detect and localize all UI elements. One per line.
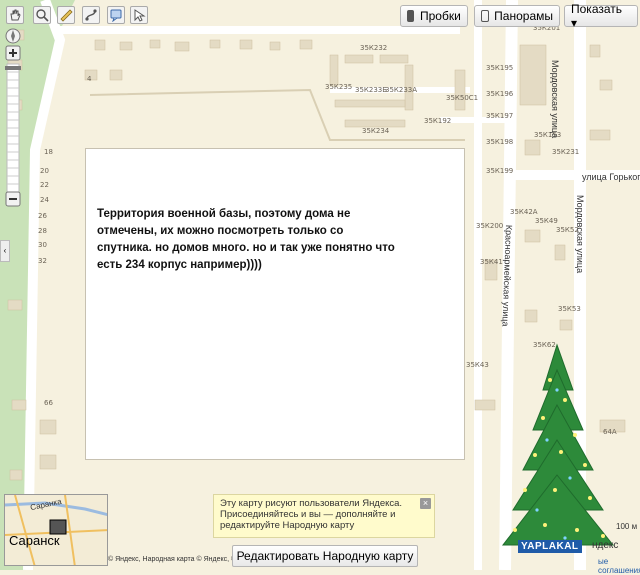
hand-tool[interactable]	[6, 6, 24, 24]
zoom-thumb	[5, 66, 21, 70]
ruler-tool[interactable]	[57, 6, 75, 24]
building-label: 35К234	[362, 127, 390, 135]
traffic-light-icon	[407, 10, 414, 22]
zoom-control[interactable]	[4, 24, 22, 209]
watermark: YAPLAKAL	[518, 540, 582, 553]
zoom-out-icon	[5, 191, 21, 207]
panoramas-button[interactable]: Панорамы	[474, 5, 560, 27]
building-label: 35К232	[360, 44, 388, 52]
close-icon[interactable]: ×	[420, 498, 431, 509]
panorama-icon	[481, 10, 490, 22]
pointer-icon	[134, 9, 146, 22]
building-label: 35К199	[486, 167, 514, 175]
promo-text: Эту карту рисуют пользователи Яндекса. П…	[220, 498, 403, 531]
building-label: 35К50С1	[446, 94, 479, 102]
pointer-tool[interactable]	[130, 6, 148, 24]
house-number: 26	[38, 212, 47, 220]
terms-link[interactable]: ые соглашения	[598, 557, 640, 575]
show-label: Показать ▾	[571, 2, 623, 30]
building-label: 35К41	[480, 258, 503, 266]
christmas-tree-image	[501, 343, 615, 546]
house-number: 18	[44, 148, 53, 156]
house-number: 66	[44, 399, 53, 407]
edit-map-button[interactable]: Редактировать Народную карту	[232, 545, 418, 567]
hand-icon	[10, 9, 21, 21]
house-number: 30	[38, 241, 47, 249]
house-number: 32	[38, 257, 47, 265]
building-label: 35К196	[486, 90, 514, 98]
building-label: 35К197	[486, 112, 514, 120]
route-tool[interactable]	[82, 6, 100, 24]
house-number: 22	[40, 181, 49, 189]
building-label: 35К49	[535, 217, 558, 225]
building-label: 35К192	[424, 117, 452, 125]
street-label-mordovskaya: Мордовская улица	[550, 60, 560, 139]
minimap[interactable]: Саранка Саранск	[4, 494, 108, 566]
building-label: 35К53	[558, 305, 581, 313]
house-number: 20	[40, 167, 49, 175]
building-label: 35К198	[486, 138, 514, 146]
building-label: 35К42А	[510, 208, 538, 216]
building-label: 35К231	[552, 148, 580, 156]
ruler-icon	[60, 9, 73, 22]
building-label: 35К200	[476, 222, 504, 230]
minimap-city-label: Саранск	[9, 533, 60, 548]
street-label-gorkogo: улица Горького	[582, 172, 640, 182]
zoom-tool[interactable]	[33, 6, 51, 24]
annotation-overlay	[85, 148, 465, 460]
show-dropdown[interactable]: Показать ▾	[564, 2, 638, 30]
route-icon	[85, 9, 97, 21]
building-label: 35К233Б	[355, 86, 388, 94]
promo-bubble: Эту карту рисуют пользователи Яндекса. П…	[213, 494, 435, 538]
traffic-button[interactable]: Пробки	[400, 5, 468, 27]
building-label: 35К235	[325, 83, 353, 91]
zoom-in-icon	[5, 45, 21, 61]
house-number: 24	[40, 196, 49, 204]
street-label-mordovskaya: Мордовская улица	[575, 195, 585, 274]
panoramas-label: Панорамы	[494, 9, 553, 23]
house-number: 28	[38, 227, 47, 235]
yandex-logo: ндекс	[592, 540, 619, 551]
panel-toggle-icon[interactable]: ‹	[0, 240, 10, 262]
traffic-label: Пробки	[420, 9, 461, 23]
bubble-tool[interactable]	[107, 6, 125, 24]
building-label: 35К43	[466, 361, 489, 369]
compass-icon	[5, 28, 21, 44]
zoom-icon	[36, 9, 49, 22]
scale-label: 100 м	[616, 522, 638, 531]
building-label: 35К195	[486, 64, 514, 72]
house-number: 4	[87, 75, 92, 83]
annotation-text: Территория военной базы, поэтому дома не…	[97, 208, 395, 271]
building-label: 35К233А	[385, 86, 418, 94]
bubble-icon	[110, 9, 122, 22]
